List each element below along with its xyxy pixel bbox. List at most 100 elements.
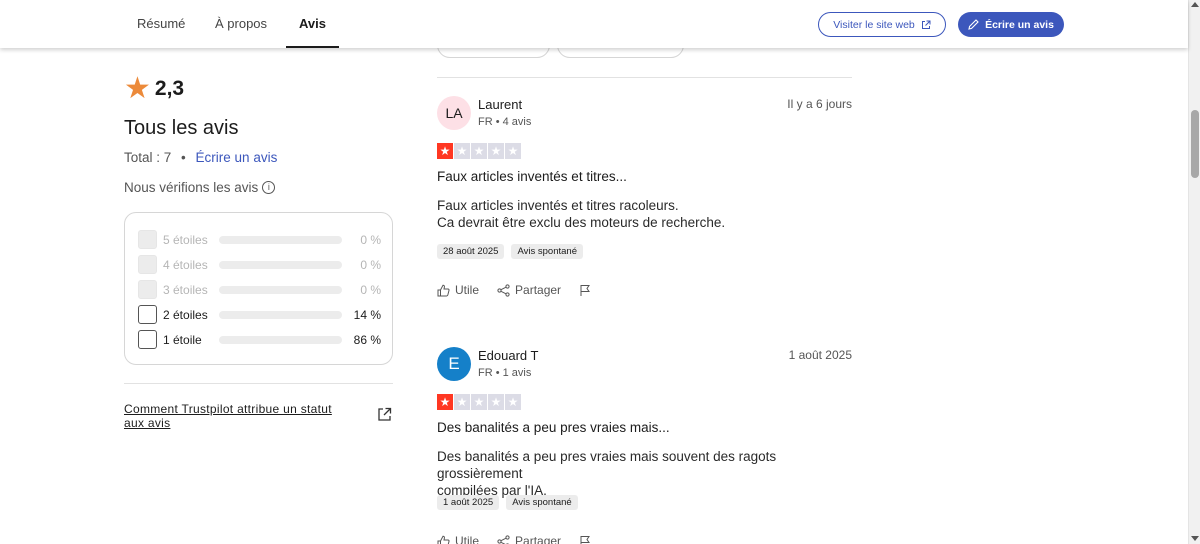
avatar: LA xyxy=(437,96,471,130)
distribution-bar xyxy=(219,336,342,344)
review-date: 1 août 2025 xyxy=(788,348,852,362)
distribution-bar xyxy=(219,286,342,294)
review-stars: ★ ★ ★ ★ ★ xyxy=(437,394,521,410)
avatar: E xyxy=(437,347,471,381)
star-icon: ★ xyxy=(471,394,487,410)
share-icon xyxy=(497,283,510,297)
top-nav: Résumé À propos Avis Visiter le site web… xyxy=(0,0,1188,48)
review-body-line: Faux articles inventés et titres racoleu… xyxy=(437,198,679,213)
external-link-icon[interactable] xyxy=(377,407,392,422)
info-icon[interactable]: i xyxy=(262,181,276,194)
external-link-icon xyxy=(921,20,931,29)
total-count: Total : 7 xyxy=(124,150,172,165)
rating-distribution: 5 étoiles 0 % 4 étoiles 0 % 3 étoiles 0 … xyxy=(124,212,393,365)
distribution-label: 3 étoiles xyxy=(163,283,208,297)
distribution-percent: 86 % xyxy=(353,333,381,347)
checkbox-5-stars[interactable] xyxy=(138,230,157,249)
distribution-percent: 0 % xyxy=(360,283,381,297)
star-icon: ★ xyxy=(437,394,453,410)
thumbs-up-icon xyxy=(437,284,450,296)
verify-text: Nous vérifions les avis xyxy=(124,180,259,195)
checkbox-4-stars[interactable] xyxy=(138,255,157,274)
review-actions: Utile Partager xyxy=(437,283,592,297)
review-body: Faux articles inventés et titres racoleu… xyxy=(437,197,852,231)
flag-icon xyxy=(580,284,590,296)
useful-button[interactable]: Utile xyxy=(437,283,479,297)
how-trustpilot-link[interactable]: Comment Trustpilot attribue un statut au… xyxy=(124,402,344,430)
filter-row-4-stars: 4 étoiles 0 % xyxy=(138,255,381,275)
tab-avis[interactable]: Avis xyxy=(286,0,339,48)
review-body: Des banalités a peu pres vraies mais sou… xyxy=(437,448,852,499)
review-stars: ★ ★ ★ ★ ★ xyxy=(437,143,521,159)
visit-website-button[interactable]: Visiter le site web xyxy=(818,12,946,37)
star-icon: ★ xyxy=(454,394,470,410)
star-icon: ★ xyxy=(488,143,504,159)
distribution-label: 1 étoile xyxy=(163,333,202,347)
trust-score: 2,3 xyxy=(154,77,185,100)
write-review-link[interactable]: Écrire un avis xyxy=(196,150,278,165)
all-reviews-heading: Tous les avis xyxy=(124,117,239,139)
review-actions: Utile Partager xyxy=(437,534,592,544)
distribution-bar xyxy=(219,236,342,244)
review-date: Il y a 6 jours xyxy=(787,97,852,111)
distribution-label: 5 étoiles xyxy=(163,233,208,247)
checkbox-1-star[interactable] xyxy=(138,330,157,349)
reviewer-meta: FR • 1 avis xyxy=(478,367,532,379)
share-label: Partager xyxy=(515,283,562,297)
distribution-percent: 0 % xyxy=(360,258,381,272)
review-title[interactable]: Faux articles inventés et titres... xyxy=(437,169,627,184)
reviewer-name[interactable]: Laurent xyxy=(478,97,522,112)
star-icon: ★ xyxy=(124,72,151,105)
pencil-icon xyxy=(968,19,979,30)
write-review-button[interactable]: Écrire un avis xyxy=(958,12,1064,37)
distribution-label: 2 étoiles xyxy=(163,308,208,322)
divider xyxy=(437,77,852,78)
distribution-percent: 14 % xyxy=(353,308,381,322)
visit-website-label: Visiter le site web xyxy=(833,18,915,31)
total-line: Total : 7 • Écrire un avis xyxy=(124,150,277,165)
review-body-line: Ca devrait être exclu des moteurs de rec… xyxy=(437,215,726,230)
filter-row-3-stars: 3 étoiles 0 % xyxy=(138,280,381,300)
review-body-line: Des banalités a peu pres vraies mais sou… xyxy=(437,449,777,481)
star-icon: ★ xyxy=(454,143,470,159)
filter-row-2-stars: 2 étoiles 14 % xyxy=(138,305,381,325)
tab-a-propos[interactable]: À propos xyxy=(215,0,267,48)
star-icon: ★ xyxy=(505,394,521,410)
filter-row-1-star: 1 étoile 86 % xyxy=(138,330,381,350)
reviewer-meta: FR • 4 avis xyxy=(478,116,532,128)
tab-resume[interactable]: Résumé xyxy=(137,0,185,48)
separator-dot: • xyxy=(181,150,186,165)
checkbox-3-stars[interactable] xyxy=(138,280,157,299)
review-tags: 28 août 2025 Avis spontané xyxy=(437,244,583,259)
rating-summary: ★ 2,3 xyxy=(124,74,184,104)
experience-date-tag: 28 août 2025 xyxy=(437,244,505,259)
star-icon: ★ xyxy=(505,143,521,159)
filter-row-5-stars: 5 étoiles 0 % xyxy=(138,230,381,250)
star-icon: ★ xyxy=(471,143,487,159)
report-button[interactable] xyxy=(579,535,592,544)
share-label: Partager xyxy=(515,534,562,544)
experience-date-tag: 1 août 2025 xyxy=(437,495,500,510)
checkbox-2-stars[interactable] xyxy=(138,305,157,324)
useful-button[interactable]: Utile xyxy=(437,534,479,544)
distribution-bar xyxy=(219,311,342,319)
scrollbar-thumb[interactable] xyxy=(1191,110,1199,178)
scroll-down-arrow-icon[interactable] xyxy=(1191,536,1199,541)
scrollbar[interactable] xyxy=(1188,0,1200,544)
reviewer-name[interactable]: Edouard T xyxy=(478,348,538,363)
review-tags: 1 août 2025 Avis spontané xyxy=(437,495,578,510)
report-button[interactable] xyxy=(579,284,592,297)
thumbs-up-icon xyxy=(437,535,450,544)
star-icon: ★ xyxy=(437,143,453,159)
share-button[interactable]: Partager xyxy=(497,534,561,544)
share-button[interactable]: Partager xyxy=(497,283,561,297)
spontaneous-tag: Avis spontané xyxy=(511,244,583,259)
star-icon: ★ xyxy=(488,394,504,410)
distribution-label: 4 étoiles xyxy=(163,258,208,272)
scroll-up-arrow-icon[interactable] xyxy=(1191,2,1199,7)
spontaneous-tag: Avis spontané xyxy=(506,495,578,510)
useful-label: Utile xyxy=(455,283,480,297)
useful-label: Utile xyxy=(455,534,480,544)
review-title[interactable]: Des banalités a peu pres vraies mais... xyxy=(437,420,670,435)
share-icon xyxy=(497,534,510,544)
